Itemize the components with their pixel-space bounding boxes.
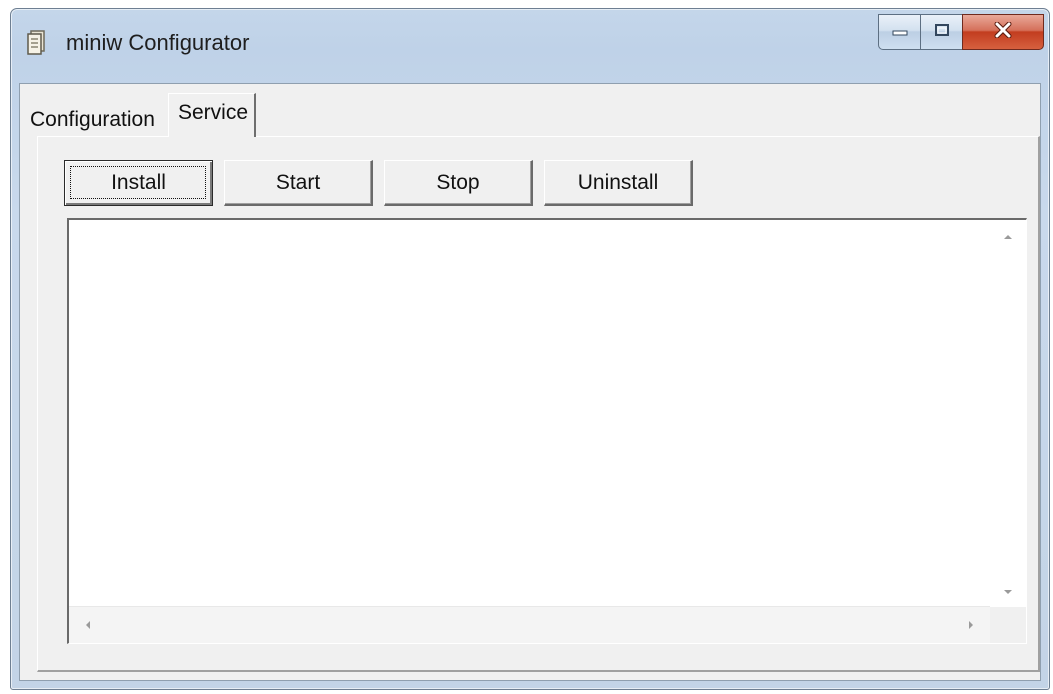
stop-button-label: Stop bbox=[436, 170, 480, 194]
close-icon bbox=[994, 21, 1012, 43]
service-log-textarea[interactable] bbox=[67, 218, 1027, 644]
maximize-button[interactable] bbox=[920, 14, 962, 50]
scroll-up-arrow-icon[interactable] bbox=[1001, 230, 1015, 244]
maximize-icon bbox=[934, 23, 950, 42]
service-log-text bbox=[73, 224, 986, 603]
window-title: miniw Configurator bbox=[66, 30, 250, 55]
scrollbar-corner bbox=[990, 607, 1026, 643]
minimize-button[interactable] bbox=[878, 14, 920, 50]
tab-configuration[interactable]: Configuration bbox=[26, 103, 166, 133]
scroll-left-arrow-icon[interactable] bbox=[81, 618, 95, 632]
document-icon bbox=[26, 29, 48, 57]
horizontal-scrollbar[interactable] bbox=[69, 606, 990, 643]
install-button[interactable]: Install bbox=[64, 160, 213, 206]
client-area: Configuration Service Install Start Stop… bbox=[19, 83, 1041, 681]
close-button[interactable] bbox=[962, 14, 1044, 50]
start-button[interactable]: Start bbox=[224, 160, 373, 206]
uninstall-button[interactable]: Uninstall bbox=[544, 160, 693, 206]
uninstall-button-label: Uninstall bbox=[577, 170, 659, 194]
app-window: miniw Configurator Configuration Service… bbox=[10, 8, 1050, 690]
start-button-label: Start bbox=[275, 170, 321, 194]
scroll-down-arrow-icon[interactable] bbox=[1001, 585, 1015, 599]
title-bar[interactable]: miniw Configurator bbox=[11, 9, 1049, 75]
minimize-icon bbox=[892, 23, 908, 41]
stop-button[interactable]: Stop bbox=[384, 160, 533, 206]
caption-buttons bbox=[878, 14, 1044, 54]
install-button-label: Install bbox=[111, 171, 166, 194]
scroll-right-arrow-icon[interactable] bbox=[964, 618, 978, 632]
vertical-scrollbar[interactable] bbox=[990, 220, 1026, 607]
tab-service[interactable]: Service bbox=[168, 93, 256, 137]
